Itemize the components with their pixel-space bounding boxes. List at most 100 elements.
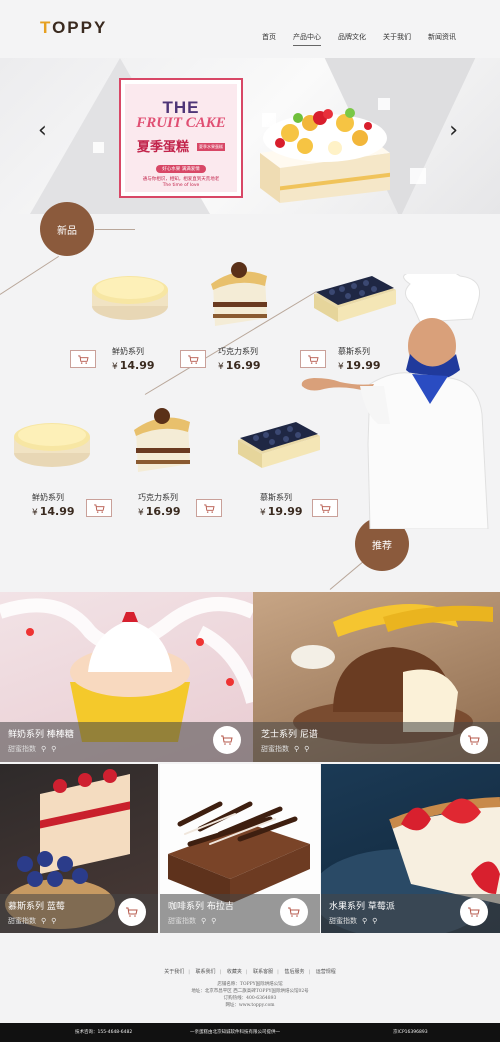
nav-home[interactable]: 首页 xyxy=(262,32,276,46)
view-icon: ⚲ xyxy=(201,917,207,925)
banner-next-arrow[interactable]: › xyxy=(449,118,458,143)
tile-title: 鲜奶系列 棒棒糖 xyxy=(8,730,74,740)
promo-pill: 好心水果 满满爱情 xyxy=(156,165,206,173)
store-website: 网址：www.toppy.com xyxy=(225,1003,275,1008)
new-badge: 新品 xyxy=(40,202,94,256)
cream-cake-image xyxy=(14,423,90,467)
bottom-bar: 技术咨询：155-4648-6482 一亲蛋糕由北京知诚软件科技有限公司提供一 … xyxy=(0,1023,500,1042)
tile-subtitle: 甜蜜指数 ⚲ ⚲ xyxy=(8,744,56,754)
product-name: 慕斯系列 xyxy=(260,493,292,502)
tile-title: 芝士系列 尼谱 xyxy=(261,730,318,740)
chef-image xyxy=(301,274,489,529)
tile-cart-button[interactable] xyxy=(460,898,488,926)
add-to-cart-button[interactable] xyxy=(180,350,206,368)
footer-link-about[interactable]: 关于我们 xyxy=(164,969,184,975)
separator: | xyxy=(188,969,190,975)
tile-subtitle: 甜蜜指数 ⚲ ⚲ xyxy=(261,744,309,754)
sweetness-label: 甜蜜指数 xyxy=(8,745,36,753)
add-to-cart-button[interactable] xyxy=(70,350,96,368)
price-value: 14.99 xyxy=(119,359,155,372)
footer-link-contact[interactable]: 联系我们 xyxy=(196,969,216,975)
recommend-tile[interactable]: 芝士系列 尼谱 甜蜜指数 ⚲ ⚲ xyxy=(253,592,500,762)
tile-cart-button[interactable] xyxy=(460,726,488,754)
footer-link-favorites[interactable]: 收藏夹 xyxy=(227,969,242,975)
nav-about[interactable]: 关于我们 xyxy=(383,32,411,46)
tile-cart-button[interactable] xyxy=(118,898,146,926)
product-name: 巧克力系列 xyxy=(138,493,178,502)
tile-title: 咖啡系列 布拉吉 xyxy=(168,902,234,912)
store-address: 地址：北京市昌平区 西二旗高碑TOPPY国际烘焙公馆02号 xyxy=(191,989,309,994)
sweetness-label: 甜蜜指数 xyxy=(261,745,289,753)
cream-cake-image xyxy=(92,276,168,320)
cart-icon xyxy=(187,354,199,364)
tile-title: 水果系列 草莓派 xyxy=(329,902,395,912)
promo-slogan-en: The time of love xyxy=(162,183,200,188)
nav-news[interactable]: 新闻资讯 xyxy=(428,32,456,46)
banner-deco-square xyxy=(410,168,426,184)
footer-link-aftersales[interactable]: 售后服务 xyxy=(284,969,304,975)
price-value: 16.99 xyxy=(145,505,181,518)
cart-icon xyxy=(468,907,480,917)
sweetness-label: 甜蜜指数 xyxy=(329,917,357,925)
hero-banner: ‹ › THE FRUIT CAKE 夏季蛋糕 夏季水果蛋糕 好心水果 满满爱情… xyxy=(0,58,500,214)
comment-icon: ⚲ xyxy=(304,745,310,753)
tech-support: 技术咨询：155-4648-6482 xyxy=(75,1030,133,1035)
recommend-tile[interactable]: 鲜奶系列 棒棒糖 甜蜜指数 ⚲ ⚲ xyxy=(0,592,253,762)
footer-links: 关于我们 | 联系我们 | 收藏夹 | 联系客服 | 售后服务 | 运营规程 xyxy=(0,968,500,975)
main-nav: 首页 产品中心 品牌文化 关于我们 新闻资讯 xyxy=(262,32,456,46)
promo-cn-title: 夏季蛋糕 xyxy=(136,140,189,155)
nav-brand[interactable]: 品牌文化 xyxy=(338,32,366,46)
footer-link-rules[interactable]: 运营规程 xyxy=(316,969,336,975)
provider-credit: 一亲蛋糕由北京知诚软件科技有限公司提供一 xyxy=(190,1030,280,1035)
footer-link-service[interactable]: 联系客服 xyxy=(253,969,273,975)
banner-prev-arrow[interactable]: ‹ xyxy=(38,118,47,143)
currency-symbol: ¥ xyxy=(218,362,224,372)
deco-line xyxy=(95,229,135,230)
price-value: 19.99 xyxy=(267,505,303,518)
tile-subtitle: 甜蜜指数 ⚲ ⚲ xyxy=(168,916,216,926)
cart-icon xyxy=(468,735,480,745)
separator: | xyxy=(277,969,279,975)
currency-symbol: ¥ xyxy=(260,508,266,518)
recommend-tile[interactable]: 水果系列 草莓派 甜蜜指数 ⚲ ⚲ xyxy=(321,764,500,934)
promo-tag: 夏季水果蛋糕 xyxy=(197,142,226,151)
currency-symbol: ¥ xyxy=(138,508,144,518)
tile-cart-button[interactable] xyxy=(280,898,308,926)
tile-title: 慕斯系列 蓝莓 xyxy=(8,902,65,912)
view-icon: ⚲ xyxy=(294,745,300,753)
comment-icon: ⚲ xyxy=(51,917,57,925)
promo-title-fruitcake: FRUIT CAKE xyxy=(136,115,226,131)
add-to-cart-button[interactable] xyxy=(86,499,112,517)
comment-icon: ⚲ xyxy=(51,745,57,753)
logo-rest: OPPY xyxy=(52,18,108,37)
cart-icon xyxy=(288,907,300,917)
site-footer: 关于我们 | 联系我们 | 收藏夹 | 联系客服 | 售后服务 | 运营规程 店铺名称：T… xyxy=(0,933,500,1023)
product-name: 鲜奶系列 xyxy=(32,493,64,502)
new-products-section: 新品 推荐 鲜奶系列 ¥14.99 巧克力系列 ¥16.99 慕斯系列 ¥19.… xyxy=(0,202,500,592)
cart-icon xyxy=(203,503,215,513)
recommend-tile[interactable]: 慕斯系列 蓝莓 甜蜜指数 ⚲ ⚲ xyxy=(0,764,158,934)
currency-symbol: ¥ xyxy=(112,362,118,372)
site-header: TOPPY 首页 产品中心 品牌文化 关于我们 新闻资讯 xyxy=(0,0,500,58)
tile-cart-button[interactable] xyxy=(213,726,241,754)
promo-slogan: 通与你相识，相知，相爱直到天荒地老 xyxy=(142,177,220,182)
product-price: ¥14.99 xyxy=(112,359,155,372)
fruit-cake-image xyxy=(260,108,390,203)
cart-icon xyxy=(77,354,89,364)
deco-diagonal-line xyxy=(0,255,59,295)
add-to-cart-button[interactable] xyxy=(196,499,222,517)
recommend-tile[interactable]: 咖啡系列 布拉吉 甜蜜指数 ⚲ ⚲ xyxy=(160,764,320,934)
banner-deco-square xyxy=(93,142,104,153)
sweetness-label: 甜蜜指数 xyxy=(168,917,196,925)
nav-products[interactable]: 产品中心 xyxy=(293,32,321,46)
store-hotline: 订购热线：400-6364893 xyxy=(223,996,277,1001)
view-icon: ⚲ xyxy=(362,917,368,925)
product-price: ¥16.99 xyxy=(138,505,181,518)
icp-number: 京ICP16396893 xyxy=(393,1030,428,1035)
logo-letter-t: T xyxy=(40,18,53,37)
site-logo[interactable]: TOPPY xyxy=(40,18,107,38)
view-icon: ⚲ xyxy=(41,745,47,753)
product-name: 巧克力系列 xyxy=(218,347,258,356)
tile-subtitle: 甜蜜指数 ⚲ ⚲ xyxy=(8,916,56,926)
currency-symbol: ¥ xyxy=(32,508,38,518)
